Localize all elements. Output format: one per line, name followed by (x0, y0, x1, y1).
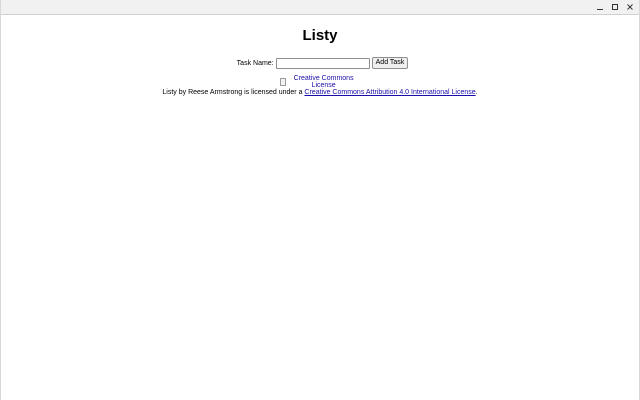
window-controls (592, 0, 637, 14)
task-name-input[interactable] (275, 57, 370, 69)
browser-window: Listy Task Name: Add Task Creative Commo… (0, 0, 640, 400)
task-form: Task Name: Add Task (1, 56, 639, 70)
license-badge-alt-text: Creative Commons License (293, 75, 354, 89)
close-icon[interactable] (623, 0, 637, 14)
broken-image-icon (280, 78, 287, 86)
page-title: Listy (302, 27, 338, 44)
license-badge-link[interactable]: Creative Commons License (280, 75, 360, 89)
license-suffix: . (475, 89, 478, 96)
page-content: Listy Task Name: Add Task Creative Commo… (1, 15, 639, 400)
maximize-icon[interactable] (608, 0, 622, 14)
add-task-button[interactable]: Add Task (371, 57, 409, 69)
minimize-icon[interactable] (593, 0, 607, 14)
task-name-label: Task Name: (236, 59, 274, 67)
license-link[interactable]: Creative Commons Attribution 4.0 Interna… (304, 89, 475, 96)
window-titlebar (1, 0, 639, 15)
license-prefix: Listy by Reese Armstrong is licensed und… (162, 89, 305, 96)
license-statement: Listy by Reese Armstrong is licensed und… (1, 88, 639, 98)
